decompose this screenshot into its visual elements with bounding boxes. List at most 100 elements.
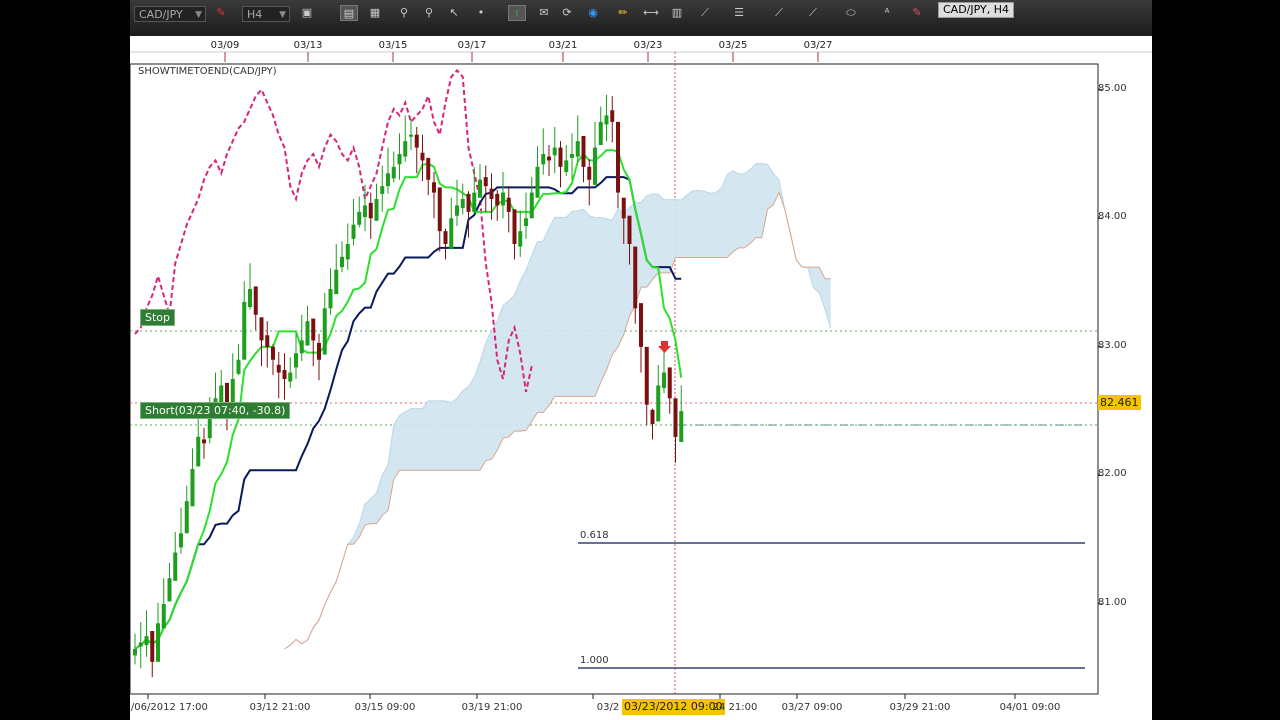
top-date-label: 03/25 xyxy=(718,40,748,51)
top-date-label: 03/27 xyxy=(803,40,833,51)
candle-body xyxy=(426,157,431,180)
candle-body xyxy=(363,205,367,217)
candle-body xyxy=(512,209,517,244)
candle-body xyxy=(276,364,281,373)
top-date-label: 03/17 xyxy=(457,40,487,51)
x-axis-label: 03/12 21:00 xyxy=(249,702,311,713)
candle-body xyxy=(535,166,540,198)
top-date-label: 03/23 xyxy=(633,40,663,51)
x-axis-label: 03/2 xyxy=(596,702,620,713)
candle-body xyxy=(598,121,603,145)
candle-body xyxy=(294,353,298,368)
candle-body xyxy=(616,121,620,193)
x-axis-label: 03/29 21:00 xyxy=(889,702,951,713)
candle-body xyxy=(207,417,212,439)
candle-body xyxy=(345,244,350,260)
stop-label: Stop xyxy=(140,309,176,326)
candle-body xyxy=(317,343,321,360)
candle-body xyxy=(265,335,270,347)
candle-body xyxy=(409,134,413,137)
candle-body xyxy=(138,642,143,647)
candle-body xyxy=(627,215,632,244)
candle-body xyxy=(271,346,275,360)
indicator-name: SHOWTIMETOEND(CAD/JPY) xyxy=(138,66,277,77)
candle-body xyxy=(558,147,563,167)
candle-body xyxy=(650,409,655,424)
candle-body xyxy=(466,193,471,212)
candle-body xyxy=(179,533,183,548)
candle-body xyxy=(639,303,643,347)
x-axis-label: 24 21:00 xyxy=(712,702,758,713)
candle-body xyxy=(541,154,546,165)
candle-body xyxy=(322,308,327,355)
candle-body xyxy=(334,269,339,295)
candle-body xyxy=(288,372,293,382)
candle-body xyxy=(397,154,402,165)
candle-body xyxy=(455,205,459,216)
crosshair-time-tag: 03/23/2012 09:00 xyxy=(622,699,725,715)
candle-body xyxy=(644,346,649,405)
candle-body xyxy=(529,192,534,219)
candle-body xyxy=(483,177,488,187)
candle-body xyxy=(587,166,592,180)
candle-body xyxy=(667,367,672,399)
candle-body xyxy=(167,578,172,602)
y-axis-label: 83.00 xyxy=(1098,339,1127,351)
current-price-tag: 82.461 xyxy=(1098,395,1141,410)
candle-body xyxy=(432,182,436,193)
candle-body xyxy=(368,202,373,219)
candle-body xyxy=(248,289,252,307)
candle-body xyxy=(581,136,586,167)
candle-body xyxy=(547,156,551,161)
candle-body xyxy=(184,501,189,534)
candle-body xyxy=(190,469,195,507)
candle-body xyxy=(679,411,684,442)
candle-body xyxy=(328,289,333,309)
top-date-label: 03/15 xyxy=(378,40,408,51)
candle-body xyxy=(414,134,419,148)
candle-body xyxy=(161,604,166,629)
price-chart[interactable] xyxy=(130,0,1152,720)
candle-body xyxy=(282,370,287,379)
x-axis-label: 03/15 09:00 xyxy=(354,702,416,713)
candle-body xyxy=(156,623,160,662)
candle-body xyxy=(460,199,465,208)
candle-body xyxy=(173,552,178,581)
y-axis-label: 85.00 xyxy=(1098,82,1127,94)
candle-body xyxy=(673,398,678,437)
chart-window[interactable]: CAD/JPY ▼ ✎ H4 ▼ ▣ ▤ ▦ ⚲ ⚲ ↖ • ⁝ ✉ ⟳ ◉ ✏ ⟷… xyxy=(130,0,1152,720)
candle-body xyxy=(495,193,500,206)
candle-body xyxy=(219,385,224,404)
candle-body xyxy=(524,218,528,226)
candle-body xyxy=(506,197,511,212)
candle-body xyxy=(144,636,149,646)
x-axis-label: 03/19 21:00 xyxy=(461,702,523,713)
candle-body xyxy=(633,246,638,309)
candle-body xyxy=(236,359,241,374)
candle-body xyxy=(357,211,362,225)
candle-body xyxy=(299,340,304,354)
candle-body xyxy=(593,147,597,185)
candle-body xyxy=(340,256,344,268)
candle-body xyxy=(420,152,425,161)
candle-body xyxy=(196,436,201,467)
candle-body xyxy=(305,321,310,346)
candle-body xyxy=(575,141,580,157)
plot-frame xyxy=(130,63,1099,695)
candle-body xyxy=(662,372,666,388)
candle-body xyxy=(386,173,390,187)
candle-body xyxy=(443,231,448,244)
y-axis-label: 81.00 xyxy=(1098,597,1127,608)
fib-level-1000: 1.000 xyxy=(580,655,609,666)
candle-body xyxy=(202,439,206,444)
candle-body xyxy=(489,188,494,199)
candle-body xyxy=(311,318,316,341)
candle-body xyxy=(564,160,569,172)
candle-body xyxy=(449,218,454,250)
candle-body xyxy=(552,147,557,156)
candle-body xyxy=(570,154,574,158)
top-date-label: 03/13 xyxy=(293,40,323,51)
short-order-label: Short(03/23 07:40, -30.8) xyxy=(140,402,291,419)
candle-body xyxy=(604,115,609,125)
x-axis-label: 03/06/2012 17:00 xyxy=(130,702,208,713)
